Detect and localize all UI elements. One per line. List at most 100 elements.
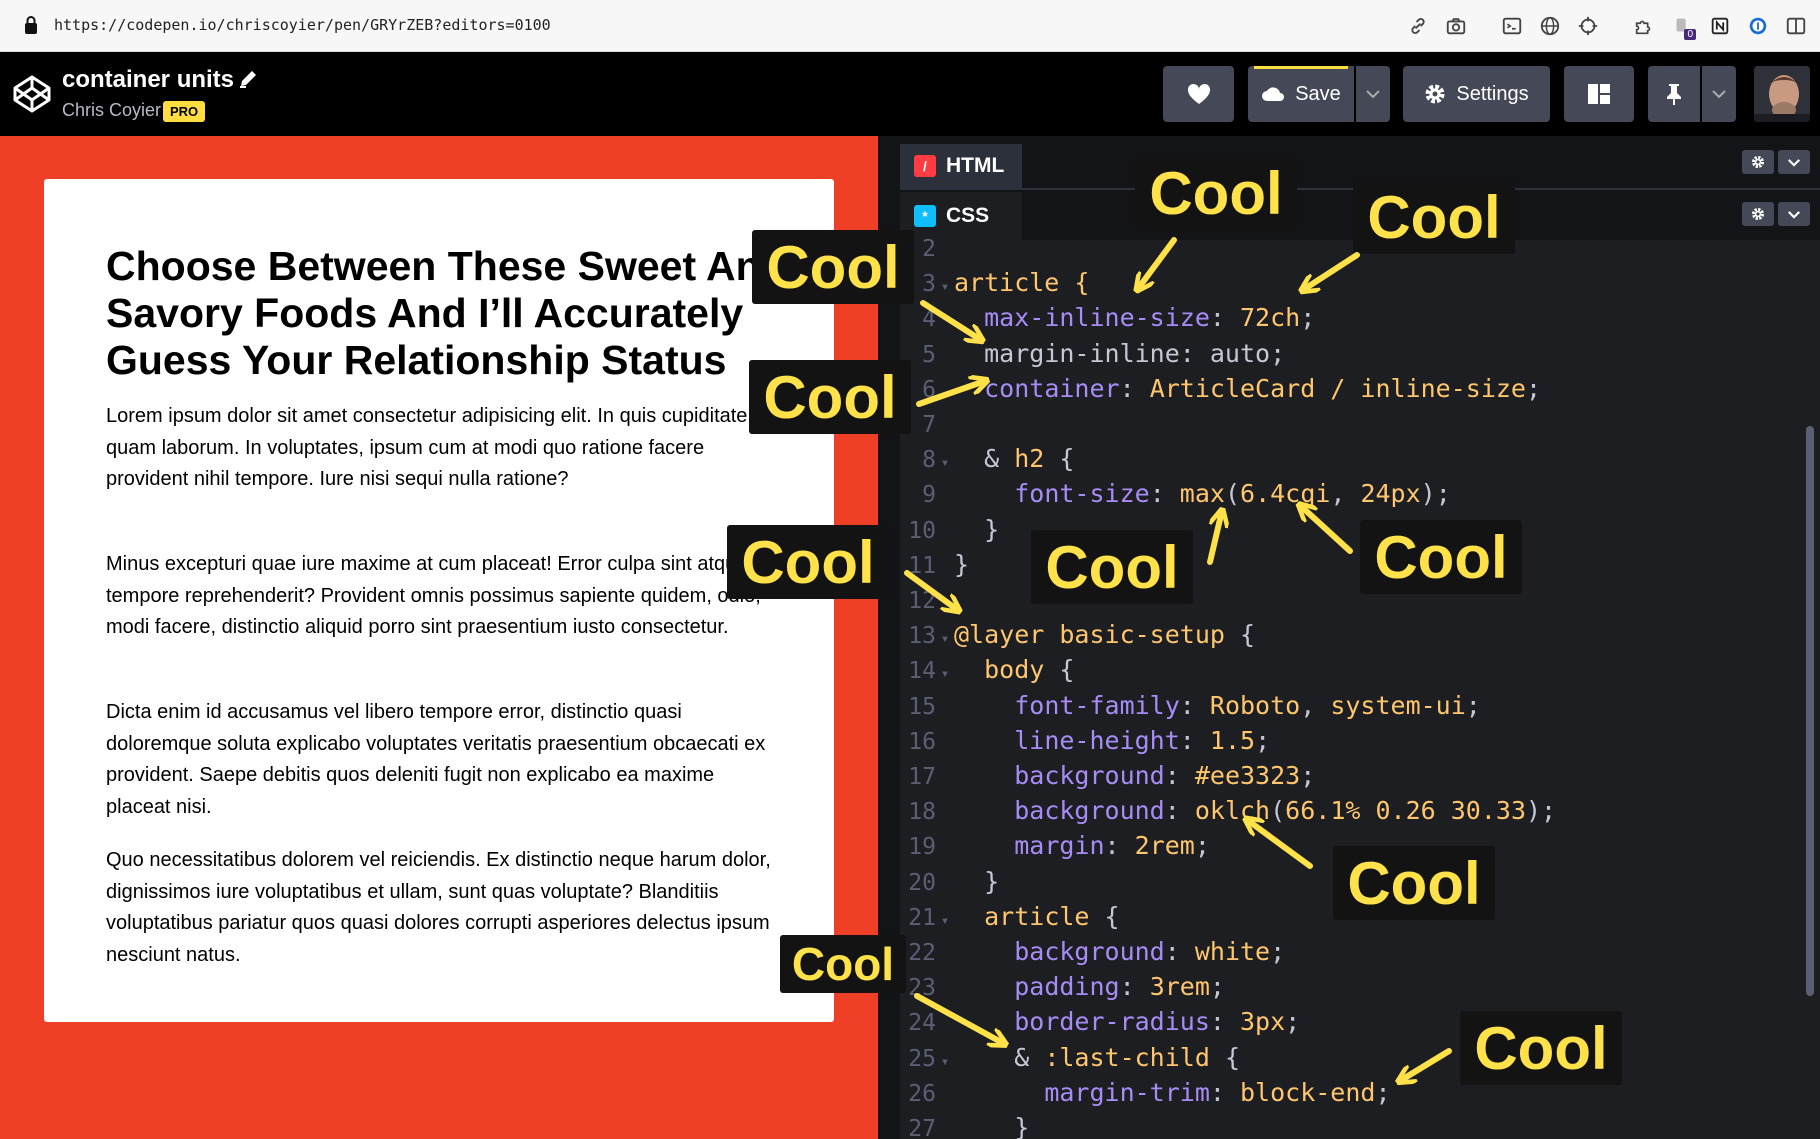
code-line[interactable]: 21 ▾ article { [900, 899, 1120, 934]
pen-title[interactable]: container units [62, 66, 234, 94]
html-settings-button[interactable] [1742, 150, 1774, 174]
tab-css-label: CSS [946, 204, 990, 227]
change-view-button[interactable] [1564, 66, 1634, 122]
puzzle-icon[interactable] [1630, 12, 1658, 40]
code-line[interactable]: 25 ▾ & :last-child { [900, 1040, 1240, 1075]
code-token: 3px [1240, 1007, 1286, 1037]
article-paragraph: Dicta enim id accusamus vel libero tempo… [106, 701, 766, 818]
code-token: : [1209, 303, 1240, 333]
link-icon[interactable] [1404, 12, 1432, 40]
code-token: : [1119, 972, 1150, 1002]
notion-icon[interactable] [1706, 12, 1734, 40]
css-settings-button[interactable] [1742, 202, 1774, 226]
pro-badge: PRO [163, 101, 206, 122]
terminal-icon[interactable] [1498, 12, 1526, 40]
love-button[interactable] [1163, 66, 1234, 122]
save-options-button[interactable] [1356, 66, 1390, 122]
extension-badge-icon[interactable]: 0 [1668, 12, 1696, 40]
code-line[interactable]: 24 border-radius: 3px; [900, 1004, 1300, 1039]
codepen-logo-icon[interactable] [12, 74, 52, 114]
code-line[interactable]: 26 margin-trim: block-end; [900, 1075, 1390, 1110]
code-line[interactable]: 13 ▾ @layer basic-setup { [900, 617, 1255, 652]
code-token: white [1194, 937, 1271, 966]
code-token: line-height [1014, 725, 1180, 755]
layout-icon [1588, 84, 1610, 104]
line-number: 11 [908, 552, 936, 579]
settings-button[interactable]: Settings [1403, 66, 1550, 122]
code-token: { [1089, 901, 1120, 931]
code-token: 72ch [1240, 303, 1301, 333]
code-line[interactable]: 6 container: ArticleCard / inline-size; [900, 371, 1541, 406]
tab-html[interactable]: / HTML [900, 144, 1022, 188]
code-editor-panel: / HTML * CSS 2 3 ▾ article {4 max-inline-si… [878, 136, 1820, 1139]
code-token: 1.5 [1209, 725, 1256, 755]
crosshair-icon[interactable] [1574, 12, 1602, 40]
pen-author[interactable]: Chris Coyier [62, 100, 161, 121]
line-number: 27 [908, 1116, 936, 1139]
code-token: 66.1% 0.26 30.33 [1285, 796, 1526, 826]
screenshot-root: https://codepen.io/chriscoyier/pen/GRYrZ… [0, 0, 1820, 1139]
save-button[interactable]: Save [1248, 66, 1354, 122]
code-line[interactable]: 27 } [900, 1110, 1029, 1139]
code-line[interactable]: 11} [900, 547, 969, 582]
cool-callout: Cool [752, 230, 914, 304]
user-avatar[interactable] [1754, 66, 1810, 122]
code-line[interactable]: 12 [900, 582, 954, 617]
code-line[interactable]: 15 font-family: Roboto, system-ui; [900, 688, 1481, 723]
pin-button[interactable] [1648, 66, 1700, 122]
line-number: 26 [908, 1080, 936, 1107]
code-line[interactable]: 8 ▾ & h2 { [900, 441, 1074, 476]
line-number: 4 [922, 306, 936, 333]
code-line[interactable]: 18 background: oklch(66.1% 0.26 30.33); [900, 793, 1556, 828]
code-line[interactable]: 23 padding: 3rem; [900, 969, 1225, 1004]
css-collapse-button[interactable] [1778, 202, 1810, 226]
pencil-icon[interactable] [237, 68, 259, 90]
camera-icon[interactable] [1442, 12, 1470, 40]
code-line[interactable]: 9 font-size: max(6.4cqi, 24px); [900, 476, 1451, 511]
globe-icon[interactable] [1536, 12, 1564, 40]
html-collapse-button[interactable] [1778, 150, 1810, 174]
code-token: : [1209, 1007, 1240, 1037]
save-label: Save [1295, 82, 1341, 105]
pin-options-button[interactable] [1702, 66, 1736, 122]
code-line[interactable]: 14 ▾ body { [900, 652, 1074, 687]
browser-toolbar-icons: 0 [1404, 12, 1810, 40]
code-token: ; [1300, 303, 1316, 333]
code-line[interactable]: 10 } [900, 512, 999, 547]
preview-article-card: Choose Between These Sweet And Savory Fo… [44, 179, 834, 1022]
code-token: ; [1270, 937, 1286, 966]
code-line[interactable]: 4 max-inline-size: 72ch; [900, 300, 1315, 335]
url-field[interactable]: https://codepen.io/chriscoyier/pen/GRYrZ… [54, 16, 551, 34]
code-line[interactable]: 5 margin-inline: auto; [900, 336, 1285, 371]
cloud-icon [1262, 87, 1285, 101]
code-line[interactable]: 17 background: #ee3323; [900, 758, 1315, 793]
line-number: 25 [908, 1045, 936, 1072]
code-line[interactable]: 22 background: white; [900, 934, 1285, 969]
code-token: : [1104, 831, 1135, 861]
css-asterisk-icon: * [914, 205, 936, 227]
code-token: & [954, 1042, 1045, 1072]
code-line[interactable]: 20 } [900, 864, 999, 899]
css-code-area[interactable]: 2 3 ▾ article {4 max-inline-size: 72ch; 5 ma… [900, 236, 1800, 1139]
code-line[interactable]: 19 margin: 2rem; [900, 828, 1210, 863]
code-token: ; [1300, 761, 1316, 790]
password-manager-icon[interactable] [1744, 12, 1772, 40]
editor-scrollbar[interactable] [1806, 426, 1814, 996]
line-number: 9 [922, 482, 936, 509]
chevron-down-icon [1712, 90, 1726, 99]
code-token: { [1224, 620, 1256, 650]
article-paragraph: Quo necessitatibus dolorem vel reiciendi… [106, 849, 771, 966]
lock-icon [25, 16, 37, 34]
code-token: ( [1224, 479, 1241, 509]
code-line[interactable]: 16 line-height: 1.5; [900, 723, 1270, 758]
article-heading: Choose Between These Sweet And Savory Fo… [106, 243, 786, 383]
sidebar-toggle-icon[interactable] [1782, 12, 1810, 40]
code-line[interactable]: 3 ▾ article { [900, 265, 1089, 300]
